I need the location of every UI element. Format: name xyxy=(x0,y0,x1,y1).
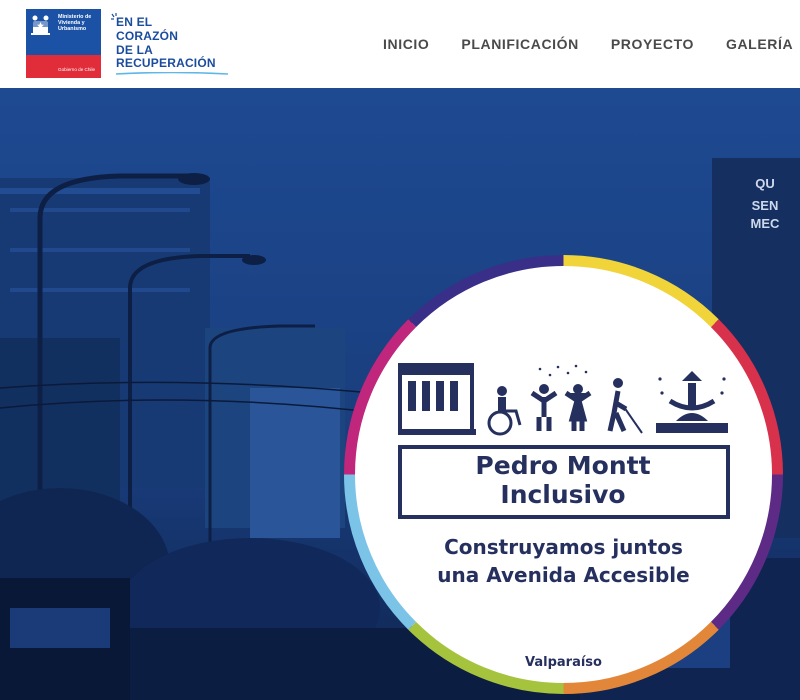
badge-subtitle-line-2: una Avenida Accesible xyxy=(437,563,690,587)
badge-title-line-1: Pedro Montt xyxy=(475,451,651,480)
site-header: Ministerio de Vivienda y Urbanismo Gobie… xyxy=(0,0,800,88)
badge-city: Valparaíso xyxy=(525,655,602,670)
nav-item-planificacion[interactable]: PLANIFICACIÓN xyxy=(461,36,578,52)
nav-item-proyecto[interactable]: PROYECTO xyxy=(611,36,694,52)
badge-title: Pedro Montt Inclusivo xyxy=(398,451,728,509)
campaign-underline-icon xyxy=(116,72,228,75)
child-icon xyxy=(564,384,592,431)
ministry-name: Ministerio de Vivienda y Urbanismo xyxy=(58,14,92,32)
nav-item-galeria[interactable]: GALERÍA xyxy=(726,36,793,52)
government-name: Gobierno de Chile xyxy=(58,67,96,72)
building-icon xyxy=(398,363,476,435)
campaign-line-3: DE LA xyxy=(116,43,153,57)
fountain-icon xyxy=(656,371,728,433)
badge-subtitle: Construyamos juntos una Avenida Accesibl… xyxy=(380,533,747,589)
chile-coat-of-arms-icon xyxy=(31,15,50,35)
campaign-line-1: EN EL xyxy=(116,15,153,29)
svg-text:SEN: SEN xyxy=(752,198,779,213)
child-icon xyxy=(530,384,558,431)
campaign-logo[interactable]: EN EL CORAZÓN DE LA RECUPERACIÓN xyxy=(110,12,240,80)
hero-banner: QU SEN MEC Pedro Montt Inclusivo Constru… xyxy=(0,88,800,700)
blind-person-with-cane-icon xyxy=(607,378,643,434)
nav-item-inicio[interactable]: INICIO xyxy=(383,36,429,52)
campaign-line-4: RECUPERACIÓN xyxy=(116,56,216,70)
campaign-line-2: CORAZÓN xyxy=(116,29,179,43)
ministry-logo[interactable]: Ministerio de Vivienda y Urbanismo Gobie… xyxy=(26,9,101,78)
svg-text:QU: QU xyxy=(755,176,775,191)
badge-subtitle-line-1: Construyamos juntos xyxy=(444,535,683,559)
confetti-icon xyxy=(538,364,588,377)
main-nav: INICIO PLANIFICACIÓN PROYECTO GALERÍA xyxy=(370,0,800,88)
badge-title-line-2: Inclusivo xyxy=(500,480,626,509)
svg-text:MEC: MEC xyxy=(751,216,781,231)
wheelchair-user-icon xyxy=(487,386,522,436)
project-badge[interactable]: Pedro Montt Inclusivo Construyamos junto… xyxy=(340,251,787,698)
